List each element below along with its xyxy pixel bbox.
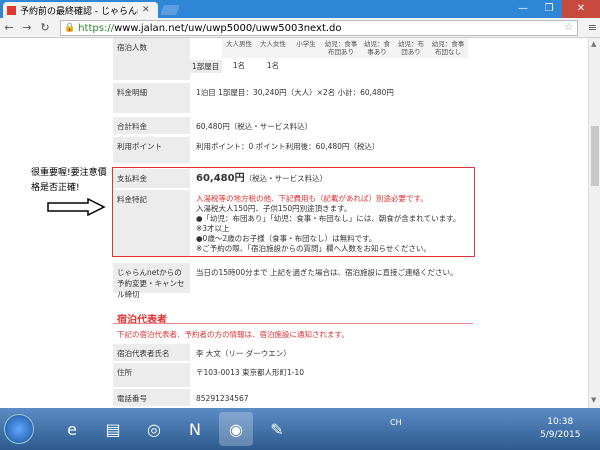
tokki-warning: 入湯税等の地方税の他、下記費用も（記載があれば）別途必要です。 xyxy=(196,194,428,203)
taskbar: e ▤ ◎ N ◉ ✎ CH 10:38 5/9/2015 xyxy=(0,408,600,450)
annotation-text: 很重要喔!要注意價格是否正確! xyxy=(31,168,107,193)
paint-icon[interactable]: ✎ xyxy=(260,412,294,446)
total-row: 合計料金 60,480円（税込・サービス料込） xyxy=(113,117,473,134)
row-value: 1泊目 1部屋目：30,240円（大人）×2名 小計：60,480円 xyxy=(196,88,394,97)
guest-col-header: 小学生 xyxy=(290,38,322,58)
rep-row: 住所 〒103-0013 東京都人形町1-10 xyxy=(113,363,473,387)
row-value: 利用ポイント：0 ポイント利用後：60,480円（税込） xyxy=(196,142,380,151)
maximize-icon[interactable]: ❐ xyxy=(536,0,562,18)
scrollbar[interactable]: ▲ ▼ xyxy=(588,38,600,408)
media-icon[interactable]: ◎ xyxy=(137,412,171,446)
row-value: 60,480円（税込・サービス料込） xyxy=(196,122,313,131)
row-value: 当日の15時00分まで 上記を過ぎた場合は、宿泊施設に直接ご連絡ください。 xyxy=(196,268,458,277)
url-path: /uw/uwp5000/uww5003next.do xyxy=(184,22,342,34)
scroll-down-icon[interactable]: ▼ xyxy=(591,396,596,404)
guests-row: 宿泊人数 大人男性 大人女性 小学生 幼児：食事布団あり 幼児：食事あり 幼児：… xyxy=(113,38,473,80)
row-label: 住所 xyxy=(113,363,190,387)
guest-col-header: 大人女性 xyxy=(256,38,290,58)
row-label: 合計料金 xyxy=(113,117,190,134)
room-label: 1部屋目 xyxy=(190,60,222,73)
payment-amount: 60,480円 xyxy=(196,173,245,184)
tokki-detail: ●「幼児：布団あり」「幼児：食事・布団なし」には、朝食が含まれています。※3才以… xyxy=(196,214,461,233)
guest-col-header: 幼児：布団あり xyxy=(394,38,428,58)
app-n-icon[interactable]: N xyxy=(178,412,212,446)
jalan-favicon-icon xyxy=(7,5,16,15)
rep-row: 電話番号 85291234567 xyxy=(113,389,473,406)
payment-suffix: （税込・サービス料込） xyxy=(244,174,328,183)
row-value: 李 大文（リー ダーウエン） xyxy=(196,349,291,358)
cancel-row: じゃらんnetからの予約変更・キャンセル締切 当日の15時00分まで 上記を過ぎ… xyxy=(113,263,473,299)
row-label: 電話番号 xyxy=(113,389,190,406)
points-row: 利用ポイント 利用ポイント：0 ポイント利用後：60,480円（税込） xyxy=(113,137,473,163)
tab-bar: 予約前の最終確認 - じゃらんn ✕ — ❐ ✕ xyxy=(0,0,600,18)
forward-icon[interactable]: → xyxy=(18,21,36,34)
tokki-row: 料金特記 入湯税等の地方税の他、下記費用も（記載があれば）別途必要です。 入湯税… xyxy=(113,190,473,256)
close-window-icon[interactable]: ✕ xyxy=(562,0,600,18)
language-indicator[interactable]: CH xyxy=(390,418,402,427)
ie-icon[interactable]: e xyxy=(55,412,89,446)
guest-col-header: 幼児：食事布団あり xyxy=(322,38,360,58)
url-host: www.jalan.net xyxy=(114,22,185,34)
tokki-detail: ●0歳～2歳のお子様（食事・布団なし）は無料です。 xyxy=(196,234,377,243)
lock-icon: 🔒 xyxy=(64,23,76,33)
url-scheme: https:// xyxy=(78,22,115,34)
reload-icon[interactable]: ↻ xyxy=(36,21,54,34)
tokki-detail: 入湯税大人150円、子供150円別途頂きます。 xyxy=(196,204,352,213)
section-note: 下記の宿泊代表者、予約者の方の情報は、宿泊施設に通知されます。 xyxy=(117,330,349,339)
rep-row: 宿泊代表者氏名 李 大文（リー ダーウエン） xyxy=(113,344,473,361)
row-label: 支払料金 xyxy=(113,169,190,188)
tab-title: 予約前の最終確認 - じゃらんn xyxy=(20,6,138,17)
guest-count: 1名 xyxy=(232,61,246,70)
nav-bar: ← → ↻ 🔒 https:// www.jalan.net /uw/uwp50… xyxy=(0,18,600,38)
browser-window: 予約前の最終確認 - じゃらんn ✕ — ❐ ✕ ← → ↻ 🔒 https:/… xyxy=(0,0,600,450)
bookmark-star-icon[interactable]: ☆ xyxy=(564,22,573,33)
row-label: 宿泊代表者氏名 xyxy=(113,344,190,361)
back-icon[interactable]: ← xyxy=(0,21,18,34)
payment-row: 支払料金 60,480円（税込・サービス料込） xyxy=(113,169,473,188)
chrome-icon[interactable]: ◉ xyxy=(219,412,253,446)
scroll-up-icon[interactable]: ▲ xyxy=(591,40,596,48)
row-label: じゃらんnetからの予約変更・キャンセル締切 xyxy=(113,263,190,299)
row-label: 料金特記 xyxy=(113,190,190,256)
guest-col-header: 大人男性 xyxy=(222,38,256,58)
folder-icon[interactable]: ▤ xyxy=(96,412,130,446)
row-value: 〒103-0013 東京都人形町1-10 xyxy=(196,368,305,377)
start-button[interactable] xyxy=(4,414,34,444)
arrow-icon xyxy=(47,198,106,216)
clock-time: 10:38 xyxy=(547,417,574,427)
menu-icon[interactable]: ≡ xyxy=(588,21,597,34)
page-content: 宿泊人数 大人男性 大人女性 小学生 幼児：食事布団あり 幼児：食事あり 幼児：… xyxy=(0,38,588,408)
minimize-icon[interactable]: — xyxy=(510,0,536,18)
row-label: 利用ポイント xyxy=(113,137,190,163)
tokki-detail: ※ご予約の際、「宿泊施設からの質問」欄へ人数をお知らせください。 xyxy=(196,244,431,253)
guest-col-header: 幼児：食事あり xyxy=(360,38,394,58)
clock[interactable]: 10:38 5/9/2015 xyxy=(540,416,580,442)
section-divider xyxy=(113,323,473,324)
new-tab-button[interactable] xyxy=(160,5,180,15)
scroll-thumb[interactable] xyxy=(591,126,599,186)
guest-col-header: 幼児：食事布団なし xyxy=(428,38,468,58)
row-value: 85291234567 xyxy=(196,394,249,403)
row-label: 宿泊人数 xyxy=(113,38,190,80)
address-bar[interactable]: 🔒 https:// www.jalan.net /uw/uwp5000/uww… xyxy=(60,20,578,36)
price-detail-row: 料金明細 1泊目 1部屋目：30,240円（大人）×2名 小計：60,480円 xyxy=(113,83,473,113)
tab-close-icon[interactable]: ✕ xyxy=(142,5,150,15)
clock-date: 5/9/2015 xyxy=(540,430,581,440)
guest-count: 1名 xyxy=(266,61,280,70)
browser-tab[interactable]: 予約前の最終確認 - じゃらんn ✕ xyxy=(3,2,158,18)
row-label: 料金明細 xyxy=(113,83,190,113)
